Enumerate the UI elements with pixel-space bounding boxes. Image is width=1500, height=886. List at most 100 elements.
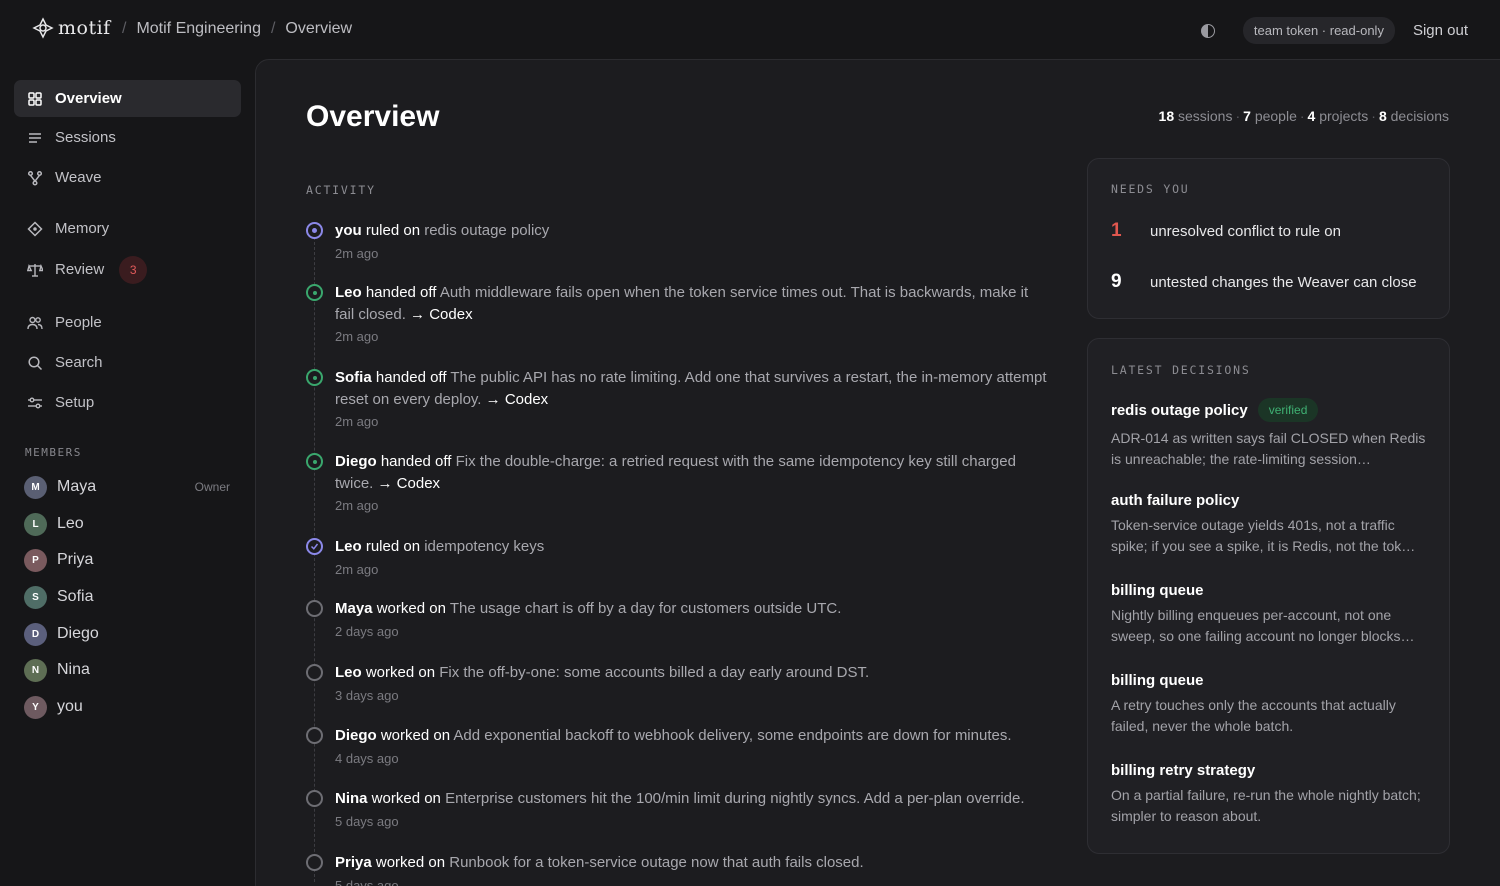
need-item-conflicts[interactable]: 1 unresolved conflict to rule on bbox=[1111, 220, 1341, 242]
need-count: 1 bbox=[1111, 220, 1122, 241]
decision-body: On a partial failure, re-run the whole n… bbox=[1111, 787, 1421, 824]
activity-heading: ACTIVITY bbox=[306, 183, 376, 197]
nav-label: Search bbox=[55, 354, 103, 371]
motif-logo-icon bbox=[32, 17, 54, 39]
worked-icon bbox=[306, 790, 323, 807]
nav-label: Memory bbox=[55, 220, 110, 237]
check-icon bbox=[306, 538, 323, 555]
member-name: Diego bbox=[57, 625, 99, 642]
decision-body: ADR-014 as written says fail CLOSED when… bbox=[1111, 430, 1426, 467]
nav-search[interactable]: Search bbox=[14, 344, 241, 381]
nav-people[interactable]: People bbox=[14, 304, 241, 341]
nav-overview[interactable]: Overview bbox=[14, 80, 241, 117]
activity-item[interactable]: Maya worked on The usage chart is off by… bbox=[306, 598, 1051, 639]
nav-label: Sessions bbox=[55, 129, 116, 146]
theme-toggle-icon[interactable] bbox=[1200, 23, 1215, 38]
verified-badge: verified bbox=[1257, 398, 1319, 422]
worked-icon bbox=[306, 600, 323, 617]
timestamp: 2 days ago bbox=[335, 623, 399, 639]
activity-subject[interactable]: Enterprise customers hit the 100/min lim… bbox=[445, 790, 1024, 807]
activity-item[interactable]: Diego handed off Fix the double-charge: … bbox=[306, 451, 1051, 513]
timestamp: 2m ago bbox=[335, 498, 379, 513]
decision-item[interactable]: billing queue Nightly billing enqueues p… bbox=[1111, 582, 1431, 647]
decision-item[interactable]: auth failure policy Token-service outage… bbox=[1111, 492, 1431, 557]
worked-icon bbox=[306, 664, 323, 681]
top-bar: motif / Motif Engineering / Overview tea… bbox=[0, 0, 1500, 60]
activity-item[interactable]: Leo handed off Auth middleware fails ope… bbox=[306, 282, 1051, 344]
timestamp: 5 days ago bbox=[335, 877, 399, 886]
timestamp: 5 days ago bbox=[335, 813, 399, 829]
timestamp: 4 days ago bbox=[335, 750, 399, 766]
worked-icon bbox=[306, 727, 323, 744]
review-count-badge: 3 bbox=[119, 255, 148, 284]
activity-item[interactable]: Sofia handed off The public API has no r… bbox=[306, 367, 1051, 429]
activity-item[interactable]: Diego worked on Add exponential backoff … bbox=[306, 725, 1051, 766]
nav-weave[interactable]: Weave bbox=[14, 159, 241, 196]
decision-item[interactable]: billing retry strategy On a partial fail… bbox=[1111, 762, 1431, 827]
need-text: unresolved conflict to rule on bbox=[1150, 222, 1341, 240]
scale-icon bbox=[27, 262, 43, 278]
list-icon bbox=[27, 130, 43, 146]
breadcrumb-current: Overview bbox=[285, 20, 353, 37]
avatar: D bbox=[24, 622, 47, 646]
sign-out-link[interactable]: Sign out bbox=[1413, 22, 1468, 39]
member-name: you bbox=[57, 698, 83, 715]
member-diego[interactable]: D Diego bbox=[24, 620, 230, 648]
member-nina[interactable]: N Nina bbox=[24, 656, 230, 684]
member-name: Maya bbox=[57, 478, 97, 495]
nav-label: Overview bbox=[55, 90, 122, 107]
decision-title: billing queue bbox=[1111, 672, 1204, 689]
member-leo[interactable]: L Leo bbox=[24, 510, 230, 538]
timestamp: 2m ago bbox=[335, 414, 379, 429]
activity-subject[interactable]: redis outage policy bbox=[424, 222, 549, 239]
activity-subject[interactable]: Runbook for a token-service outage now t… bbox=[449, 854, 863, 871]
activity-item[interactable]: Leo ruled on idempotency keys 2m ago bbox=[306, 536, 1051, 577]
activity-subject[interactable]: idempotency keys bbox=[424, 538, 544, 555]
summary-stats: 18 sessions · 7 people · 4 projects · 8 decisi… bbox=[1158, 108, 1449, 124]
need-text: untested changes the Weaver can close bbox=[1150, 273, 1417, 291]
member-you[interactable]: Y you bbox=[24, 693, 230, 721]
grid-icon bbox=[27, 91, 43, 107]
ruled-icon bbox=[306, 222, 323, 239]
needs-you-heading: NEEDS YOU bbox=[1111, 182, 1190, 196]
activity-item[interactable]: Leo worked on Fix the off-by-one: some a… bbox=[306, 662, 1051, 703]
latest-decisions-card: LATEST DECISIONS redis outage policy veri… bbox=[1087, 338, 1450, 854]
nav-label: Weave bbox=[55, 169, 102, 186]
timestamp: 3 days ago bbox=[335, 687, 399, 703]
need-item-untested[interactable]: 9 untested changes the Weaver can close bbox=[1111, 271, 1417, 293]
nav-review[interactable]: Review 3 bbox=[14, 251, 241, 288]
diamond-icon bbox=[27, 220, 43, 237]
sliders-icon bbox=[27, 395, 43, 411]
nav-setup[interactable]: Setup bbox=[14, 384, 241, 421]
member-name: Sofia bbox=[57, 588, 94, 605]
decision-title: billing queue bbox=[1111, 582, 1204, 599]
member-sofia[interactable]: S Sofia bbox=[24, 583, 230, 611]
member-priya[interactable]: P Priya bbox=[24, 546, 230, 574]
decision-title: auth failure policy bbox=[1111, 492, 1240, 509]
nav-label: Review bbox=[55, 261, 105, 278]
avatar: L bbox=[24, 512, 47, 536]
handoff-icon bbox=[306, 453, 323, 470]
handoff-icon bbox=[306, 369, 323, 386]
logo[interactable]: motif bbox=[32, 17, 111, 39]
branch-icon bbox=[27, 170, 43, 186]
timestamp: 2m ago bbox=[335, 329, 379, 344]
avatar: N bbox=[24, 658, 47, 682]
activity-subject[interactable]: The usage chart is off by a day for cust… bbox=[450, 600, 842, 617]
activity-subject[interactable]: Fix the off-by-one: some accounts billed… bbox=[439, 664, 869, 681]
activity-item[interactable]: you ruled on redis outage policy 2m ago bbox=[306, 220, 1051, 261]
nav-memory[interactable]: Memory bbox=[14, 210, 241, 247]
decision-item[interactable]: redis outage policy verified ADR-014 as w… bbox=[1111, 398, 1431, 470]
people-icon bbox=[27, 315, 43, 331]
decision-item[interactable]: billing queue A retry touches only the a… bbox=[1111, 672, 1431, 737]
avatar: M bbox=[24, 475, 47, 499]
activity-item[interactable]: Nina worked on Enterprise customers hit … bbox=[306, 788, 1051, 829]
activity-item[interactable]: Priya worked on Runbook for a token-serv… bbox=[306, 852, 1051, 886]
worked-icon bbox=[306, 854, 323, 871]
breadcrumb-workspace[interactable]: Motif Engineering bbox=[136, 20, 261, 38]
timestamp: 2m ago bbox=[335, 561, 379, 577]
decision-body: Token-service outage yields 401s, not a … bbox=[1111, 517, 1416, 554]
activity-subject[interactable]: Add exponential backoff to webhook deliv… bbox=[453, 727, 1011, 744]
member-maya[interactable]: M Maya Owner bbox=[24, 473, 230, 501]
nav-sessions[interactable]: Sessions bbox=[14, 119, 241, 156]
